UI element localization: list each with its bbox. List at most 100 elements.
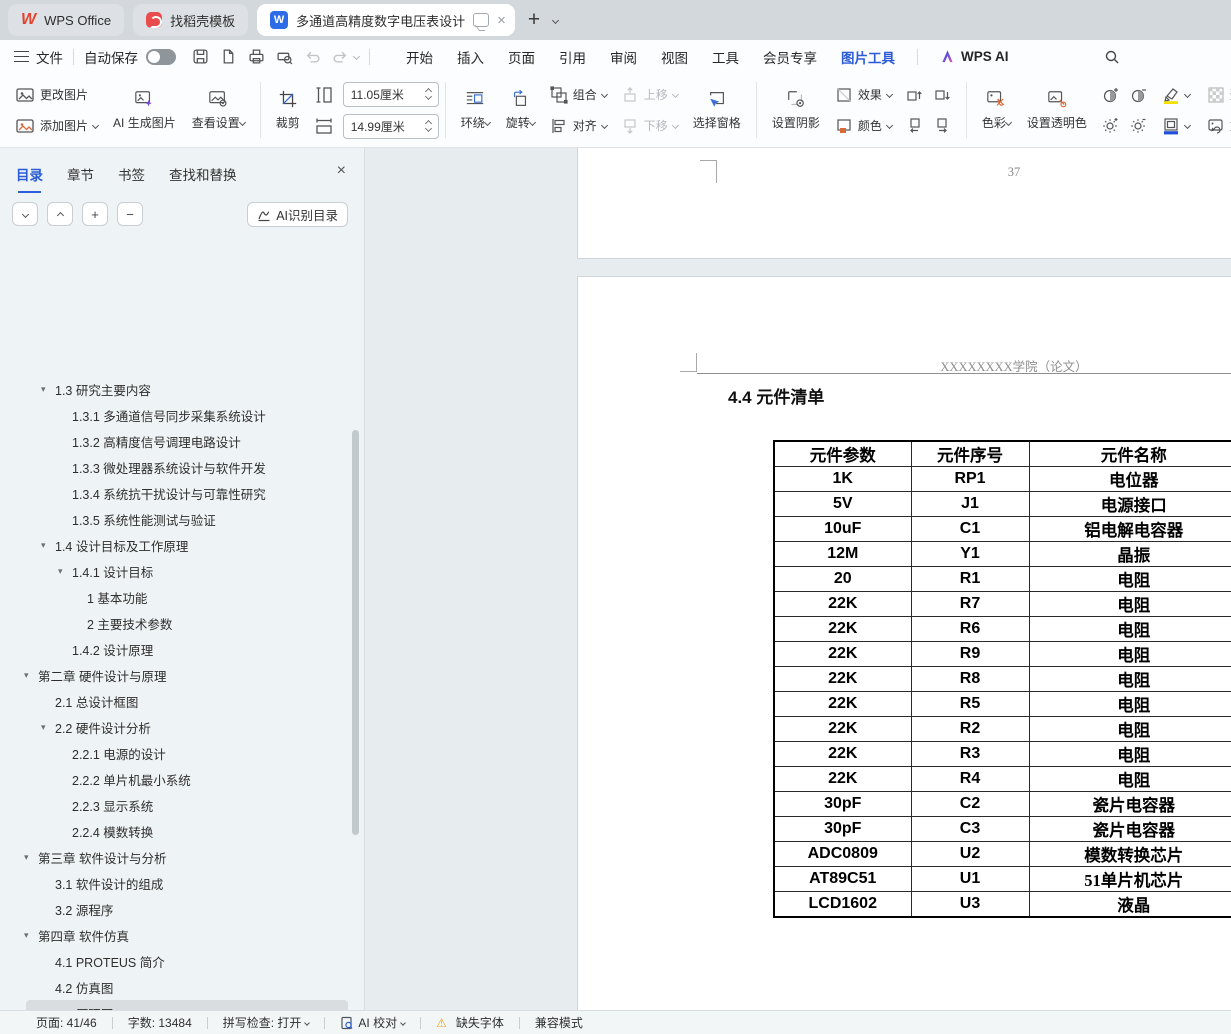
width-stepper[interactable] xyxy=(426,121,431,131)
toc-item[interactable]: 第三章 软件设计与分析 xyxy=(0,844,351,870)
picture-border-button[interactable] xyxy=(1158,114,1194,138)
wps-ai-button[interactable]: WPS AI xyxy=(928,49,1021,64)
table-row[interactable]: AT89C51 U1 51单片机芯片 xyxy=(774,867,1231,892)
view-settings-button[interactable]: 查看设置 xyxy=(184,78,253,142)
brightness-up-icon[interactable] xyxy=(1101,116,1120,135)
toc-item[interactable]: 1.3.4 系统抗干扰设计与可靠性研究 xyxy=(0,480,351,506)
menu-item[interactable]: 引用 xyxy=(547,41,598,73)
table-row[interactable]: ADC0809 U2 模数转换芯片 xyxy=(774,842,1231,867)
new-tab-button[interactable]: + xyxy=(524,8,544,32)
align-button[interactable]: 对齐 xyxy=(546,114,611,138)
transparency-button[interactable]: 透明 xyxy=(1203,83,1231,107)
document-canvas[interactable]: 37 XXXXXXXX学院（论文） 4.4 元件清单 元件参数 元件序号 元件名… xyxy=(365,148,1231,1010)
tab-docer-templates[interactable]: 找稻壳模板 xyxy=(133,4,248,36)
highlight-color-button[interactable] xyxy=(1158,83,1194,107)
table-row[interactable]: 22K R5 电阻 xyxy=(774,692,1231,717)
missing-font-warning[interactable]: ⚠ 缺失字体 xyxy=(436,1014,504,1031)
toc-item[interactable]: 4.1 PROTEUS 简介 xyxy=(0,948,351,974)
sidebar-scrollbar[interactable] xyxy=(352,430,359,835)
toc-expand-arrow-icon[interactable] xyxy=(24,670,38,681)
nudge-down-icon[interactable] xyxy=(933,86,952,105)
add-picture-button[interactable]: 添加图片 xyxy=(11,114,102,138)
toc-item[interactable]: 2.2.3 显示系统 xyxy=(0,792,351,818)
search-icon[interactable] xyxy=(1098,44,1126,70)
toc-item[interactable]: 1.4 设计目标及工作原理 xyxy=(0,532,351,558)
toc-expand-button[interactable]: + xyxy=(82,202,108,226)
picture-effects-button[interactable]: 效果 xyxy=(831,83,896,107)
document-page-current[interactable]: XXXXXXXX学院（论文） 4.4 元件清单 元件参数 元件序号 元件名称 1… xyxy=(578,277,1231,1010)
save-icon[interactable] xyxy=(187,45,213,69)
document-page-previous[interactable]: 37 xyxy=(578,148,1231,258)
toc-expand-arrow-icon[interactable] xyxy=(41,540,55,551)
toc-item[interactable]: 1 基本功能 xyxy=(0,584,351,610)
ai-recognize-toc-button[interactable]: AI识别目录 xyxy=(247,202,348,227)
toc-item[interactable]: 2.2 硬件设计分析 xyxy=(0,714,351,740)
toc-item[interactable]: 1.3 研究主要内容 xyxy=(0,376,351,402)
table-row[interactable]: 10uF C1 铝电解电容器 xyxy=(774,517,1231,542)
table-row[interactable]: 22K R2 电阻 xyxy=(774,717,1231,742)
toc-expand-arrow-icon[interactable] xyxy=(58,566,72,577)
reset-picture-button[interactable]: 重设 xyxy=(1203,114,1231,138)
table-row[interactable]: 30pF C3 瓷片电容器 xyxy=(774,817,1231,842)
menu-item[interactable]: 审阅 xyxy=(598,41,649,73)
print-preview-icon[interactable] xyxy=(271,45,297,69)
table-row[interactable]: LCD1602 U3 液晶 xyxy=(774,892,1231,918)
table-row[interactable]: 22K R6 电阻 xyxy=(774,617,1231,642)
menu-item[interactable]: 工具 xyxy=(700,41,751,73)
table-row[interactable]: 22K R8 电阻 xyxy=(774,667,1231,692)
contrast-up-icon[interactable] xyxy=(1101,86,1120,105)
menu-item[interactable]: 会员专享 xyxy=(751,41,829,73)
menu-item[interactable]: 页面 xyxy=(496,41,547,73)
tab-list-chevron-icon[interactable] xyxy=(552,16,559,23)
table-row[interactable]: 30pF C2 瓷片电容器 xyxy=(774,792,1231,817)
autosave-toggle[interactable] xyxy=(146,49,176,65)
table-row[interactable]: 20 R1 电阻 xyxy=(774,567,1231,592)
table-row[interactable]: 22K R9 电阻 xyxy=(774,642,1231,667)
bring-forward-button[interactable]: 上移 xyxy=(617,83,682,107)
sidebar-tab[interactable]: 章节 xyxy=(67,164,94,193)
word-count[interactable]: 字数: 13484 xyxy=(128,1014,192,1031)
menu-item[interactable]: 视图 xyxy=(649,41,700,73)
export-pdf-icon[interactable] xyxy=(215,45,241,69)
menu-item[interactable]: 插入 xyxy=(445,41,496,73)
toc-expand-arrow-icon[interactable] xyxy=(41,722,55,733)
sidebar-tab[interactable]: 书签 xyxy=(118,164,145,193)
tab-active-document[interactable]: W 多通道高精度数字电压表设计 × xyxy=(257,4,515,36)
undo-icon[interactable] xyxy=(299,45,325,69)
set-shadow-button[interactable]: 设置阴影 xyxy=(764,78,828,142)
toc-item[interactable]: 3.1 软件设计的组成 xyxy=(0,870,351,896)
sidebar-tab[interactable]: 目录 xyxy=(16,164,43,193)
sidebar-close-icon[interactable]: × xyxy=(337,162,346,180)
close-tab-icon[interactable]: × xyxy=(497,13,506,28)
picture-color-button[interactable]: 颜色 xyxy=(831,114,896,138)
toc-expand-arrow-icon[interactable] xyxy=(24,930,38,941)
component-list-table[interactable]: 元件参数 元件序号 元件名称 1K RP1 电位器 5V J1 xyxy=(773,440,1231,918)
send-backward-button[interactable]: 下移 xyxy=(617,114,682,138)
nudge-right-icon[interactable] xyxy=(933,116,952,135)
contrast-down-icon[interactable] xyxy=(1129,86,1148,105)
compat-mode-indicator[interactable]: 兼容模式 xyxy=(535,1014,583,1031)
page-indicator[interactable]: 页面: 41/46 xyxy=(36,1014,97,1031)
table-row[interactable]: 1K RP1 电位器 xyxy=(774,467,1231,492)
toc-item[interactable]: 2 主要技术参数 xyxy=(0,610,351,636)
sidebar-tab[interactable]: 查找和替换 xyxy=(169,164,237,193)
toc-item[interactable]: 第四章 软件仿真 xyxy=(0,922,351,948)
table-row[interactable]: 12M Y1 晶振 xyxy=(774,542,1231,567)
ai-generate-picture-button[interactable]: AI 生成图片 xyxy=(105,78,184,142)
tab-wps-office[interactable]: W WPS Office xyxy=(8,4,124,36)
menu-item[interactable]: 图片工具 xyxy=(829,41,907,73)
toc-item[interactable]: 2.1 总设计框图 xyxy=(0,688,351,714)
table-row[interactable]: 22K R7 电阻 xyxy=(774,592,1231,617)
nudge-left-icon[interactable] xyxy=(905,116,924,135)
ai-proofread-button[interactable]: AI 校对 xyxy=(340,1014,405,1031)
height-input[interactable]: 11.05厘米 xyxy=(343,82,439,107)
toc-item[interactable]: 2.2.1 电源的设计 xyxy=(0,740,351,766)
toc-collapse-button[interactable]: − xyxy=(117,202,143,226)
color-adjust-button[interactable]: 色彩 xyxy=(974,78,1019,142)
toc-prev-button[interactable] xyxy=(47,202,73,226)
nudge-up-icon[interactable] xyxy=(905,86,924,105)
toc-item[interactable]: 1.3.2 高精度信号调理电路设计 xyxy=(0,428,351,454)
toc-item[interactable]: 1.3.1 多通道信号同步采集系统设计 xyxy=(0,402,351,428)
file-menu[interactable]: 文件 xyxy=(36,47,63,67)
crop-button[interactable]: 裁剪 xyxy=(268,78,308,142)
